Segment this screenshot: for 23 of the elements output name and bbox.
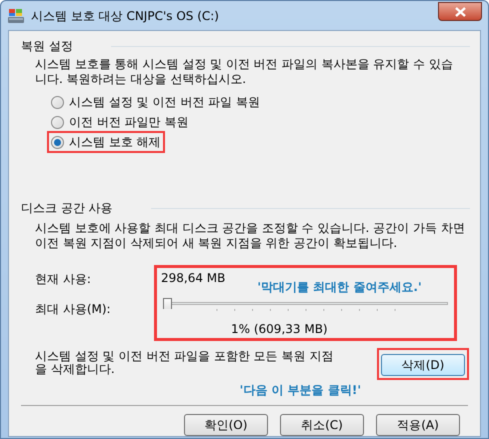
dialog-button[interactable]: 취소(C) <box>280 414 364 436</box>
close-icon <box>454 6 466 16</box>
delete-description: 시스템 설정 및 이전 버전 파일을 포함한 모든 복원 지점을 삭제합니다. <box>35 350 334 376</box>
delete-button[interactable]: 삭제(D) <box>381 354 465 376</box>
current-usage-value: 298,64 MB <box>161 270 226 287</box>
section-heading: 복원 설정 <box>21 38 73 55</box>
dialog-button[interactable]: 적용(A) <box>376 414 460 436</box>
annotation-text: '막대기를 최대한 줄여주세요.' <box>257 279 422 296</box>
current-usage-label: 현재 사용: <box>35 271 92 288</box>
description-text: 시스템 보호를 통해 시스템 설정 및 이전 버전 파일의 복사본을 유지할 수 있습니다. 복원하려는 대상을 선택하십시오. <box>34 57 454 87</box>
max-usage-reading: 1% (609,33 MB) <box>230 321 329 338</box>
dialog-button[interactable]: 확인(O) <box>184 414 268 436</box>
window-title: 시스템 보호 대상 CNJPC's OS (C:) <box>31 8 220 24</box>
slider[interactable] <box>161 296 450 308</box>
computer-icon <box>7 8 25 24</box>
annotation-text: '다음 이 부분을 클릭!' <box>240 382 361 399</box>
max-usage-label: 최대 사용(M): <box>35 301 112 318</box>
section-heading: 디스크 공간 사용 <box>21 200 113 217</box>
radio-option[interactable]: 시스템 보호 해제 <box>49 133 163 151</box>
radio-option[interactable]: 시스템 설정 및 이전 버전 파일 복원 <box>49 93 262 111</box>
close-button[interactable] <box>438 2 482 21</box>
description-text: 시스템 보호에 사용할 최대 디스크 공간을 조정할 수 있습니다. 공간이 가득 차면 이전 복원 지점이 삭제되어 새 복원 지점을 위한 공간이 확보됩니다. <box>34 221 466 251</box>
radio-option[interactable]: 이전 버전 파일만 복원 <box>49 113 190 131</box>
